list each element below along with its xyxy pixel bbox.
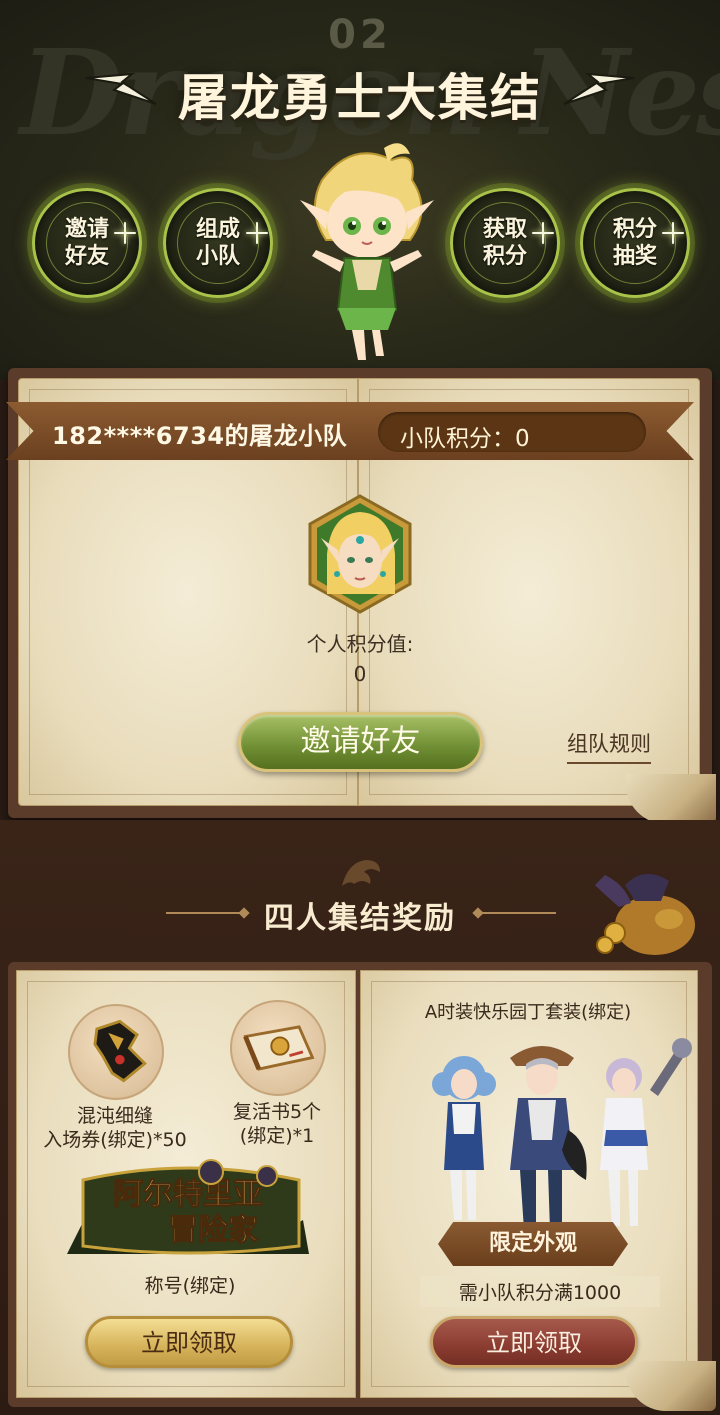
hero-banner: Dragon Nest 02 屠龙勇士大集结 邀请 好友 组成 小队 获取 xyxy=(0,0,720,380)
title-badge-illustration: 阿尔特里亚 冒险家 xyxy=(67,1159,309,1255)
personal-score-value: 0 xyxy=(353,662,367,686)
section-number: 02 xyxy=(328,12,392,58)
team-score-text: 小队积分：0 xyxy=(400,426,530,452)
claim-button-right[interactable]: 立即领取 xyxy=(430,1316,638,1368)
team-name: 182****6734的屠龙小队 xyxy=(52,422,348,450)
reward-item-name: 混沌细缝 xyxy=(76,1105,153,1127)
reward-item-chaos-ticket xyxy=(68,1004,164,1100)
dragon-emblem-icon xyxy=(342,860,380,886)
sparkle-icon xyxy=(246,222,268,244)
page-curl-decoration xyxy=(626,1361,716,1411)
badge-caption: 称号(绑定) xyxy=(144,1275,236,1297)
sparkle-icon xyxy=(114,222,136,244)
personal-score-label: 个人积分值: xyxy=(306,632,414,656)
step-label-line2: 抽奖 xyxy=(612,244,657,269)
step-label-line1: 组成 xyxy=(195,217,240,242)
scroll-book-icon xyxy=(243,1025,315,1071)
gold-pouch-icon xyxy=(595,873,695,955)
step-label-line2: 好友 xyxy=(64,244,109,269)
step-label-line1: 积分 xyxy=(612,217,657,242)
requirement-text: 需小队积分满1000 xyxy=(420,1276,660,1307)
badge-title-line2: 冒险家 xyxy=(168,1213,258,1248)
sparkle-icon xyxy=(532,222,554,244)
reward-item-detail: 入场券(绑定)*50 xyxy=(43,1129,187,1151)
step-label-line2: 小队 xyxy=(195,244,240,269)
reward-item-detail: (绑定)*1 xyxy=(239,1125,315,1147)
limited-appearance-tag: 限定外观 xyxy=(438,1222,628,1266)
title-divider-right xyxy=(478,912,556,914)
reward-item-revive-book xyxy=(230,1000,326,1096)
badge-title-line1: 阿尔特里亚 xyxy=(113,1177,263,1212)
sparkle-icon xyxy=(662,222,684,244)
outfit-title: A时装快乐园丁套装(绑定) xyxy=(424,1002,632,1023)
step-label-line1: 获取 xyxy=(482,217,527,242)
claim-button-left[interactable]: 立即领取 xyxy=(85,1316,293,1368)
elf-mascot-illustration xyxy=(300,143,434,360)
outfit-characters-illustration xyxy=(432,1038,692,1230)
reward-item-name: 复活书5个 xyxy=(232,1101,322,1123)
invite-friends-button[interactable]: 邀请好友 xyxy=(238,712,483,772)
team-rules-link[interactable]: 组队规则 xyxy=(567,728,651,764)
step-label-line2: 积分 xyxy=(482,244,527,269)
step-label-line1: 邀请 xyxy=(64,217,109,242)
page-curl-decoration xyxy=(626,774,716,824)
lightning-icon xyxy=(563,72,635,105)
player-avatar xyxy=(308,494,412,614)
mask-icon xyxy=(93,1019,147,1083)
